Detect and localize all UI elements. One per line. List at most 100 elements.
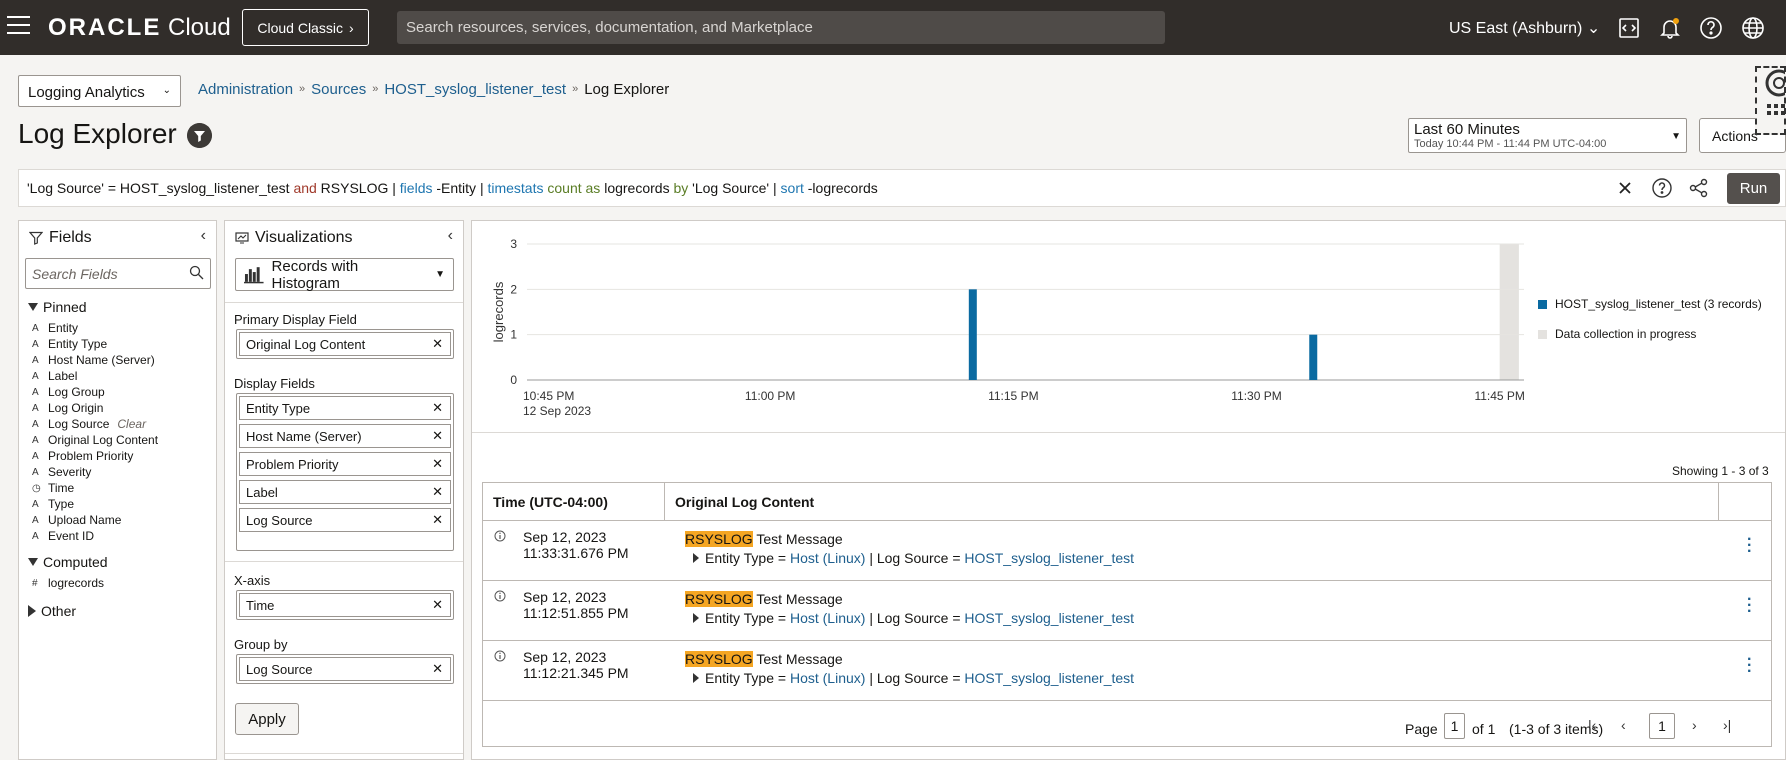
page-title: Log Explorer [18,118,177,149]
computed-group[interactable]: Computed [28,554,108,570]
log-source-link[interactable]: HOST_syslog_listener_test [964,550,1134,566]
next-page-icon[interactable]: › [1692,717,1697,733]
current-page-button[interactable]: 1 [1649,713,1675,739]
field-item[interactable]: A Host Name (Server) [32,352,158,368]
group-by-label: Group by [234,637,288,652]
last-page-icon[interactable]: ›| [1723,717,1731,733]
share-icon[interactable] [1687,176,1711,200]
row-actions-kebab-icon[interactable]: · · · [1747,592,1752,620]
column-header-time[interactable]: Time (UTC-04:00) [483,483,665,520]
breadcrumb-administration[interactable]: Administration [198,81,293,98]
field-chip: Log Source ✕ [239,508,451,532]
field-item[interactable]: A Problem Priority [32,448,158,464]
group-by-select[interactable]: Log Source ✕ [236,654,454,684]
info-icon[interactable] [494,590,506,602]
filter-icon[interactable] [187,123,212,148]
table-row[interactable]: Sep 12, 2023 11:33:31.676 PM RSYSLOG Test … [483,521,1771,581]
remove-chip-icon[interactable]: ✕ [432,597,443,613]
primary-display-field-select[interactable]: Original Log Content ✕ [236,329,454,359]
row-actions-kebab-icon[interactable]: · · · [1747,652,1752,680]
table-row[interactable]: Sep 12, 2023 11:12:21.345 PM RSYSLOG Test … [483,641,1771,701]
y-tick-label: 3 [510,237,517,251]
run-button[interactable]: Run [1727,173,1780,204]
results-count: Showing 1 - 3 of 3 [1672,464,1769,478]
field-type-icon: A [32,322,39,334]
other-group[interactable]: Other [28,603,76,619]
table-row[interactable]: Sep 12, 2023 11:12:51.855 PM RSYSLOG Test … [483,581,1771,641]
breadcrumb-source[interactable]: HOST_syslog_listener_test [384,81,566,98]
query-help-icon[interactable] [1650,176,1674,200]
collapse-fields-icon[interactable]: ‹ [201,227,206,245]
entity-type-link[interactable]: Host (Linux) [790,610,865,626]
field-item[interactable]: A Log Group [32,384,158,400]
x-axis-select[interactable]: Time ✕ [236,590,454,620]
field-item[interactable]: A Log Origin [32,400,158,416]
fields-search-input[interactable]: Search Fields [25,258,211,289]
display-fields-select[interactable]: Entity Type ✕ Host Name (Server) ✕ Problem P… [236,393,454,551]
expand-row-icon[interactable] [693,673,699,683]
field-item[interactable]: ◷ Time [32,480,158,496]
oracle-cloud-logo[interactable]: ORACLE Cloud [48,14,231,42]
message-text: Test Message [752,531,843,547]
field-item[interactable]: A Type [32,496,158,512]
page-input[interactable]: 1 [1444,713,1465,739]
legend-item-source[interactable]: HOST_syslog_listener_test (3 records) [1538,289,1762,319]
field-name: Problem Priority [48,449,134,463]
remove-chip-icon[interactable]: ✕ [432,336,443,352]
clear-query-icon[interactable] [1613,176,1637,200]
help-widget-icon[interactable] [1755,66,1786,135]
info-icon[interactable] [494,530,506,542]
visualization-type-selector[interactable]: Records with Histogram ▼ [235,258,454,292]
display-fields-label: Display Fields [234,376,315,391]
remove-chip-icon[interactable]: ✕ [432,484,443,500]
field-item[interactable]: A Entity [32,320,158,336]
cloud-classic-button[interactable]: Cloud Classic › [242,9,369,46]
remove-chip-icon[interactable]: ✕ [432,661,443,677]
region-selector[interactable]: US East (Ashburn) ⌄ [1449,18,1600,38]
row-actions-kebab-icon[interactable]: · · · [1747,532,1752,560]
pinned-group[interactable]: Pinned [28,299,87,315]
field-item[interactable]: A Log Source Clear [32,416,158,432]
breadcrumb-sources[interactable]: Sources [311,81,366,98]
field-item[interactable]: A Entity Type [32,336,158,352]
field-type-icon: A [32,418,39,430]
remove-chip-icon[interactable]: ✕ [432,428,443,444]
code-console-icon[interactable] [1617,16,1641,40]
previous-page-icon[interactable]: ‹ [1621,717,1626,733]
globe-icon[interactable] [1741,16,1765,40]
x-tick-label: 11:45 PM [1474,389,1524,403]
service-selector[interactable]: Logging Analytics ⌄ [18,75,181,107]
field-item[interactable]: A Label [32,368,158,384]
info-icon[interactable] [494,650,506,662]
remove-chip-icon[interactable]: ✕ [432,400,443,416]
expand-row-icon[interactable] [693,553,699,563]
entity-type-link[interactable]: Host (Linux) [790,550,865,566]
fields-panel-header: Fields [29,229,92,247]
bell-icon[interactable] [1658,16,1682,40]
field-item[interactable]: # logrecords [32,575,104,591]
caret-down-icon: ▼ [1671,131,1681,142]
global-search-input[interactable]: Search resources, services, documentatio… [397,11,1165,44]
clear-filter-link[interactable]: Clear [117,417,146,431]
field-item[interactable]: A Original Log Content [32,432,158,448]
search-icon[interactable] [189,265,204,280]
apply-button[interactable]: Apply [235,703,299,735]
collapse-visualizations-icon[interactable]: ‹ [448,227,453,245]
log-source-link[interactable]: HOST_syslog_listener_test [964,670,1134,686]
entity-type-link[interactable]: Host (Linux) [790,670,865,686]
column-header-content[interactable]: Original Log Content [665,483,1719,520]
field-item[interactable]: A Upload Name [32,512,158,528]
first-page-icon[interactable]: |‹ [1588,717,1596,733]
field-type-icon: A [32,386,39,398]
time-range-selector[interactable]: Last 60 Minutes Today 10:44 PM - 11:44 P… [1408,118,1687,153]
hamburger-menu-icon[interactable] [7,16,30,38]
remove-chip-icon[interactable]: ✕ [432,512,443,528]
collapsed-icon [28,605,36,617]
expand-row-icon[interactable] [693,613,699,623]
remove-chip-icon[interactable]: ✕ [432,456,443,472]
help-icon[interactable] [1699,16,1723,40]
field-item[interactable]: A Severity [32,464,158,480]
field-item[interactable]: A Event ID [32,528,158,544]
query-input[interactable]: 'Log Source' = HOST_syslog_listener_test… [18,169,1786,207]
log-source-link[interactable]: HOST_syslog_listener_test [964,610,1134,626]
